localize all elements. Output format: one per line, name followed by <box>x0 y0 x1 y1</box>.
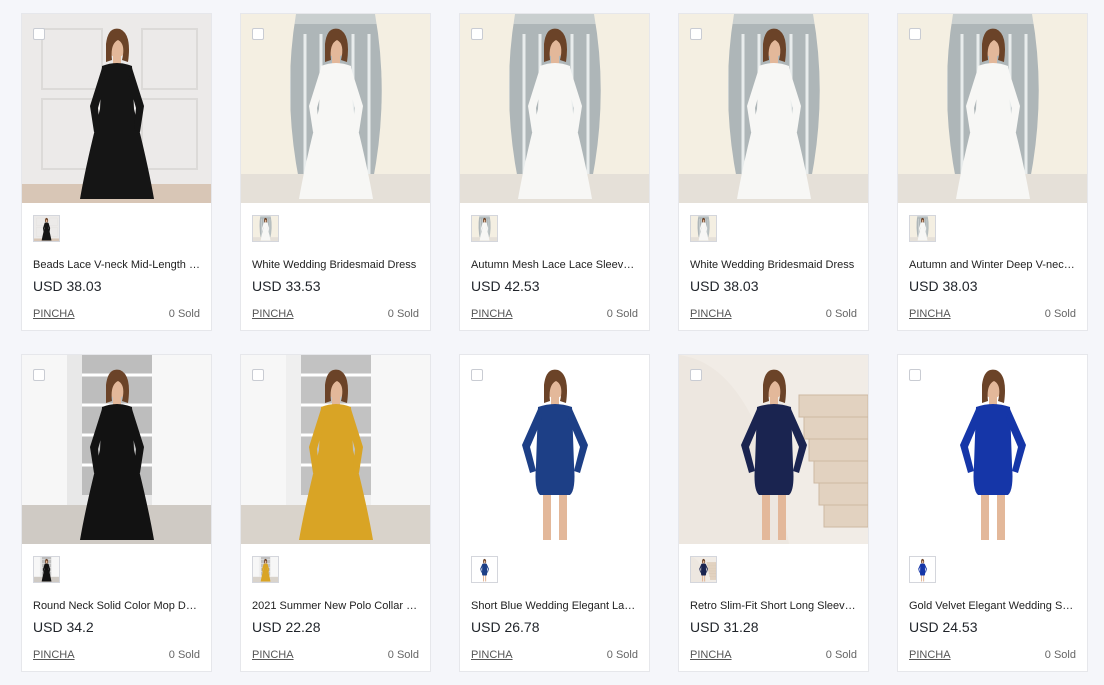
product-image[interactable] <box>22 355 211 544</box>
product-image[interactable] <box>22 14 211 203</box>
select-checkbox[interactable] <box>33 28 45 40</box>
product-grid: Beads Lace V-neck Mid-Length Fishtail Dr… <box>21 13 1088 672</box>
product-image[interactable] <box>241 355 430 544</box>
select-checkbox[interactable] <box>252 369 264 381</box>
product-title[interactable]: Autumn and Winter Deep V-neck Dress <box>909 259 1076 271</box>
store-link[interactable]: PINCHA <box>33 308 75 320</box>
product-price: USD 22.28 <box>252 619 321 635</box>
product-title[interactable]: Round Neck Solid Color Mop Dress <box>33 600 200 612</box>
product-card[interactable]: White Wedding Bridesmaid Dress USD 38.03… <box>678 13 869 331</box>
product-title[interactable]: Beads Lace V-neck Mid-Length Fishtail Dr… <box>33 259 200 271</box>
product-thumbnail[interactable] <box>252 215 279 242</box>
product-card[interactable]: Short Blue Wedding Elegant Lace Dress US… <box>459 354 650 672</box>
product-price: USD 31.28 <box>690 619 759 635</box>
product-price: USD 38.03 <box>690 278 759 294</box>
select-checkbox[interactable] <box>909 369 921 381</box>
product-card[interactable]: Autumn and Winter Deep V-neck Dress USD … <box>897 13 1088 331</box>
sold-count: 0 Sold <box>825 308 857 320</box>
select-checkbox[interactable] <box>690 369 702 381</box>
store-link[interactable]: PINCHA <box>909 649 951 661</box>
product-thumbnail[interactable] <box>33 215 60 242</box>
product-thumbnail[interactable] <box>33 556 60 583</box>
store-link[interactable]: PINCHA <box>252 308 294 320</box>
select-checkbox[interactable] <box>33 369 45 381</box>
store-link[interactable]: PINCHA <box>909 308 951 320</box>
store-link[interactable]: PINCHA <box>471 649 513 661</box>
product-title[interactable]: White Wedding Bridesmaid Dress <box>690 259 857 271</box>
product-card[interactable]: Autumn Mesh Lace Lace Sleeve Dress USD 4… <box>459 13 650 331</box>
store-link[interactable]: PINCHA <box>690 649 732 661</box>
product-card[interactable]: Beads Lace V-neck Mid-Length Fishtail Dr… <box>21 13 212 331</box>
sold-count: 0 Sold <box>606 308 638 320</box>
product-card[interactable]: Retro Slim-Fit Short Long Sleeve Dress U… <box>678 354 869 672</box>
product-title[interactable]: Autumn Mesh Lace Lace Sleeve Dress <box>471 259 638 271</box>
select-checkbox[interactable] <box>909 28 921 40</box>
product-price: USD 26.78 <box>471 619 540 635</box>
select-checkbox[interactable] <box>690 28 702 40</box>
product-price: USD 38.03 <box>33 278 102 294</box>
product-title[interactable]: 2021 Summer New Polo Collar Dress <box>252 600 419 612</box>
product-price: USD 24.53 <box>909 619 978 635</box>
product-title[interactable]: Gold Velvet Elegant Wedding Short Dress <box>909 600 1076 612</box>
product-image[interactable] <box>679 14 868 203</box>
product-title[interactable]: Short Blue Wedding Elegant Lace Dress <box>471 600 638 612</box>
product-image[interactable] <box>241 14 430 203</box>
product-card[interactable]: 2021 Summer New Polo Collar Dress USD 22… <box>240 354 431 672</box>
product-thumbnail[interactable] <box>909 556 936 583</box>
product-card[interactable]: White Wedding Bridesmaid Dress USD 33.53… <box>240 13 431 331</box>
product-thumbnail[interactable] <box>252 556 279 583</box>
product-title[interactable]: White Wedding Bridesmaid Dress <box>252 259 419 271</box>
product-thumbnail[interactable] <box>909 215 936 242</box>
sold-count: 0 Sold <box>1044 308 1076 320</box>
product-thumbnail[interactable] <box>471 556 498 583</box>
product-price: USD 33.53 <box>252 278 321 294</box>
product-image[interactable] <box>460 355 649 544</box>
product-price: USD 42.53 <box>471 278 540 294</box>
product-thumbnail[interactable] <box>471 215 498 242</box>
sold-count: 0 Sold <box>168 308 200 320</box>
product-title[interactable]: Retro Slim-Fit Short Long Sleeve Dress <box>690 600 857 612</box>
product-image[interactable] <box>898 14 1087 203</box>
sold-count: 0 Sold <box>606 649 638 661</box>
sold-count: 0 Sold <box>387 308 419 320</box>
product-card[interactable]: Round Neck Solid Color Mop Dress USD 34.… <box>21 354 212 672</box>
product-card[interactable]: Gold Velvet Elegant Wedding Short Dress … <box>897 354 1088 672</box>
product-thumbnail[interactable] <box>690 556 717 583</box>
product-thumbnail[interactable] <box>690 215 717 242</box>
product-price: USD 38.03 <box>909 278 978 294</box>
store-link[interactable]: PINCHA <box>252 649 294 661</box>
sold-count: 0 Sold <box>168 649 200 661</box>
product-image[interactable] <box>460 14 649 203</box>
sold-count: 0 Sold <box>1044 649 1076 661</box>
sold-count: 0 Sold <box>825 649 857 661</box>
product-price: USD 34.2 <box>33 619 94 635</box>
store-link[interactable]: PINCHA <box>690 308 732 320</box>
store-link[interactable]: PINCHA <box>471 308 513 320</box>
product-image[interactable] <box>679 355 868 544</box>
select-checkbox[interactable] <box>252 28 264 40</box>
product-image[interactable] <box>898 355 1087 544</box>
store-link[interactable]: PINCHA <box>33 649 75 661</box>
select-checkbox[interactable] <box>471 369 483 381</box>
select-checkbox[interactable] <box>471 28 483 40</box>
sold-count: 0 Sold <box>387 649 419 661</box>
